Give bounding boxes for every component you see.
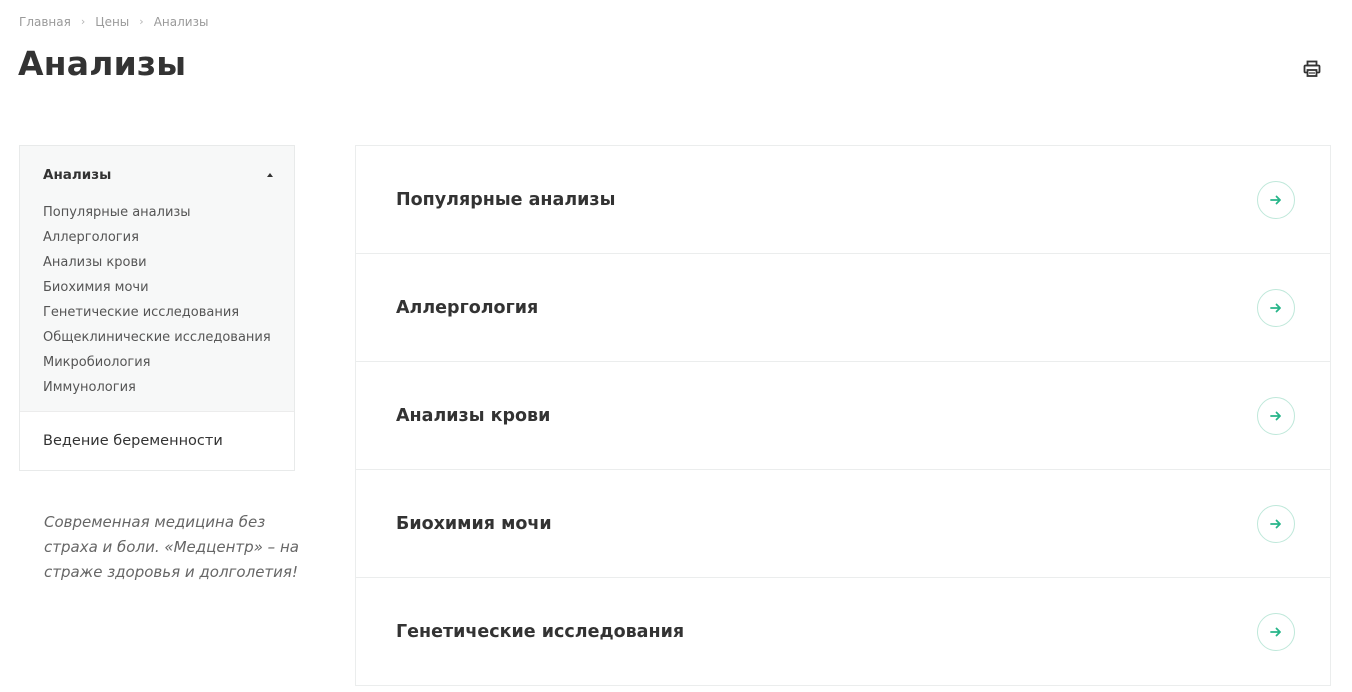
card-title: Анализы крови (396, 406, 551, 426)
category-card[interactable]: Аллергология (355, 253, 1331, 362)
breadcrumb-prices[interactable]: Цены (95, 14, 129, 30)
slogan: Современная медицина без страха и боли. … (44, 513, 299, 581)
sidebar-item-blood[interactable]: Анализы крови (43, 250, 271, 275)
sidebar-item-allergology[interactable]: Аллергология (43, 225, 271, 250)
sidebar-sublist: Популярные анализы Аллергология Анализы … (43, 200, 271, 400)
card-title: Аллергология (396, 298, 539, 318)
category-card[interactable]: Популярные анализы (355, 145, 1331, 254)
sidebar-item-pregnancy[interactable]: Ведение беременности (43, 431, 223, 451)
card-title: Популярные анализы (396, 190, 616, 210)
category-cards: Популярные анализы Аллергология Анализы … (355, 145, 1331, 686)
sidebar-item-immunology[interactable]: Иммунология (43, 375, 271, 400)
printer-icon[interactable] (1302, 59, 1322, 79)
breadcrumb-current[interactable]: Анализы (154, 14, 209, 30)
sidebar-group-title: Анализы (43, 167, 112, 183)
sidebar: Анализы Популярные анализы Аллергология … (19, 145, 295, 471)
category-card[interactable]: Генетические исследования (355, 577, 1331, 686)
sidebar-group-analyses: Анализы Популярные анализы Аллергология … (20, 146, 294, 412)
caret-up-icon (267, 173, 273, 177)
breadcrumb-home[interactable]: Главная (19, 14, 71, 30)
category-card[interactable]: Анализы крови (355, 361, 1331, 470)
sidebar-item-popular[interactable]: Популярные анализы (43, 200, 271, 225)
card-title: Генетические исследования (396, 622, 685, 642)
arrow-right-icon[interactable] (1257, 397, 1295, 435)
arrow-right-icon[interactable] (1257, 505, 1295, 543)
chevron-right-icon: › (139, 15, 144, 28)
sidebar-item-general-clinical[interactable]: Общеклинические исследования (43, 325, 271, 350)
sidebar-item-urine-biochem[interactable]: Биохимия мочи (43, 275, 271, 300)
card-title: Биохимия мочи (396, 514, 552, 534)
sidebar-item-genetic[interactable]: Генетические исследования (43, 300, 271, 325)
category-card[interactable]: Биохимия мочи (355, 469, 1331, 578)
sidebar-item-microbiology[interactable]: Микробиология (43, 350, 271, 375)
arrow-right-icon[interactable] (1257, 181, 1295, 219)
arrow-right-icon[interactable] (1257, 289, 1295, 327)
breadcrumb: Главная › Цены › Анализы (19, 14, 208, 30)
arrow-right-icon[interactable] (1257, 613, 1295, 651)
chevron-right-icon: › (80, 15, 86, 28)
sidebar-group-toggle[interactable]: Анализы (43, 166, 273, 184)
page: Главная › Цены › Анализы Анализы Анализы… (0, 0, 1352, 692)
page-title: Анализы (18, 44, 187, 83)
